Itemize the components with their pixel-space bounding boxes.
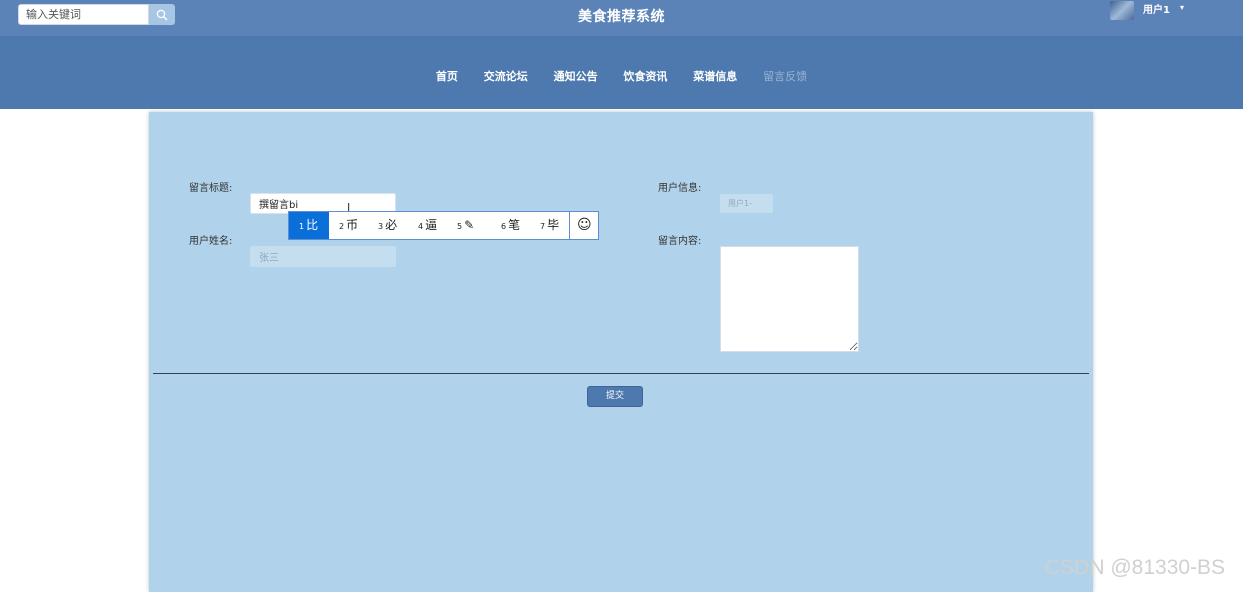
- emoji-icon[interactable]: ☺: [577, 212, 592, 239]
- title-label: 留言标题:: [189, 183, 233, 194]
- feedback-form-panel: 留言标题: 用户姓名: 用户信息: 留言内容: 提交: [149, 112, 1093, 592]
- user-info-label: 用户信息:: [658, 183, 702, 194]
- name-label: 用户姓名:: [189, 236, 233, 247]
- form-divider: [153, 373, 1089, 374]
- content-textarea[interactable]: [720, 246, 859, 352]
- caret-down-icon: ▾: [1180, 3, 1185, 12]
- ime-candidate-3[interactable]: 3必: [378, 212, 397, 239]
- name-field: [250, 246, 396, 267]
- nav-item-feedback[interactable]: 留言反馈: [763, 68, 807, 84]
- site-title: 美食推荐系统: [578, 9, 665, 25]
- nav-item-forum[interactable]: 交流论坛: [484, 68, 528, 84]
- watermark: CSDN @81330-BS: [1045, 556, 1226, 579]
- nav-item-notice[interactable]: 通知公告: [554, 68, 598, 84]
- avatar: [1110, 1, 1134, 20]
- user-info-field: [720, 194, 773, 213]
- ime-candidate-4[interactable]: 4逼: [418, 212, 437, 239]
- ime-candidate-5-pencil-icon[interactable]: 5 ✎: [457, 212, 474, 239]
- submit-button[interactable]: 提交: [587, 386, 643, 407]
- nav-items: 首页 交流论坛 通知公告 饮食资讯 菜谱信息 留言反馈: [0, 68, 1243, 84]
- nav-item-home[interactable]: 首页: [436, 68, 458, 84]
- ime-separator: [569, 212, 570, 239]
- ime-candidate-7[interactable]: 7毕: [540, 212, 559, 239]
- top-bar: 美食推荐系统 用户1 ▾: [0, 0, 1243, 36]
- ime-candidate-bar: 1比 2币 3必 4逼 5 ✎ 6笔 7毕 ☺: [288, 211, 599, 240]
- main-nav: 首页 交流论坛 通知公告 饮食资讯 菜谱信息 留言反馈: [0, 36, 1243, 109]
- ime-candidate-1[interactable]: 1比: [289, 212, 329, 239]
- ime-candidate-6[interactable]: 6笔: [501, 212, 520, 239]
- nav-item-news[interactable]: 饮食资讯: [623, 68, 667, 84]
- nav-item-recipes[interactable]: 菜谱信息: [693, 68, 737, 84]
- ime-candidate-2[interactable]: 2币: [339, 212, 358, 239]
- user-name: 用户1: [1143, 5, 1170, 16]
- content-label: 留言内容:: [658, 236, 702, 247]
